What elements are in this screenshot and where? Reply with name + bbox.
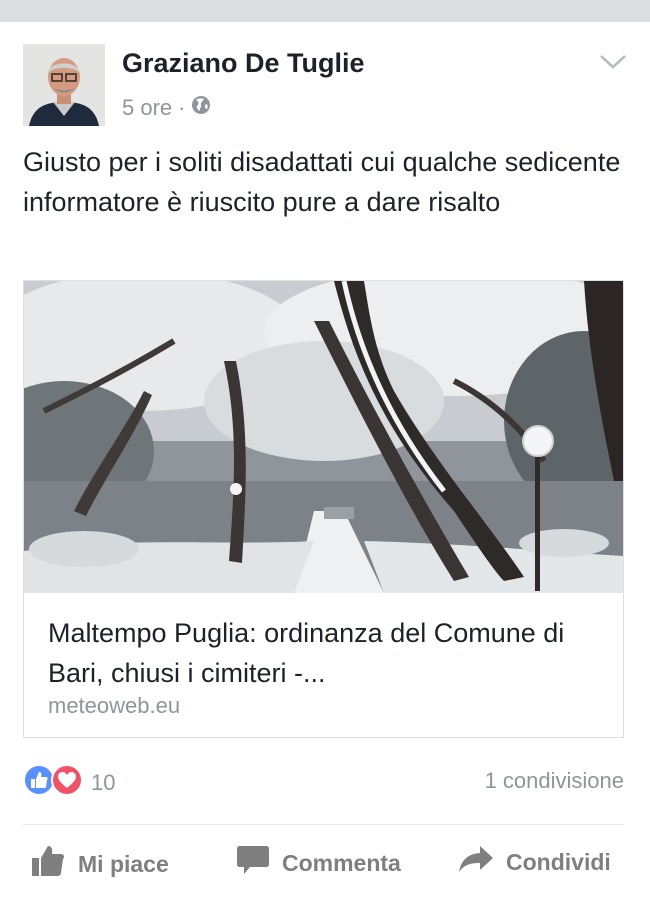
reactions-summary[interactable]: 10 [23,764,115,801]
share-button[interactable]: Condividi [458,844,611,880]
link-image[interactable] [24,281,623,593]
link-preview[interactable]: Maltempo Puglia: ordinanza del Comune di… [23,280,624,738]
avatar[interactable] [23,44,105,126]
author-name[interactable]: Graziano De Tuglie [122,48,365,79]
globe-icon [191,95,211,121]
link-domain: meteoweb.eu [48,693,181,718]
comment-label: Commenta [282,849,401,876]
comment-button[interactable]: Commenta [236,844,401,882]
share-label: Condividi [506,848,611,875]
thumbs-up-icon [30,844,66,884]
post-text: Giusto per i soliti disadattati cui qual… [23,147,621,217]
post-meta: 5 ore · [122,95,211,121]
like-label: Mi piace [78,850,169,877]
chevron-down-icon[interactable] [598,52,628,72]
like-button[interactable]: Mi piace [30,844,169,884]
post-time[interactable]: 5 ore [122,95,172,121]
post-card: Graziano De Tuglie 5 ore · Giusto per i … [0,22,650,910]
share-arrow-icon [458,844,494,880]
speech-bubble-icon [236,844,270,882]
link-title[interactable]: Maltempo Puglia: ordinanza del Comune di… [48,613,608,693]
divider [23,824,624,825]
heart-icon [51,764,83,801]
meta-separator: · [178,95,186,120]
top-bar [0,0,650,22]
shares-count[interactable]: 1 condivisione [485,768,624,794]
action-bar: Mi piace Commenta Condividi [0,844,650,894]
reactions-count: 10 [91,769,116,795]
avatar-photo [23,44,105,126]
